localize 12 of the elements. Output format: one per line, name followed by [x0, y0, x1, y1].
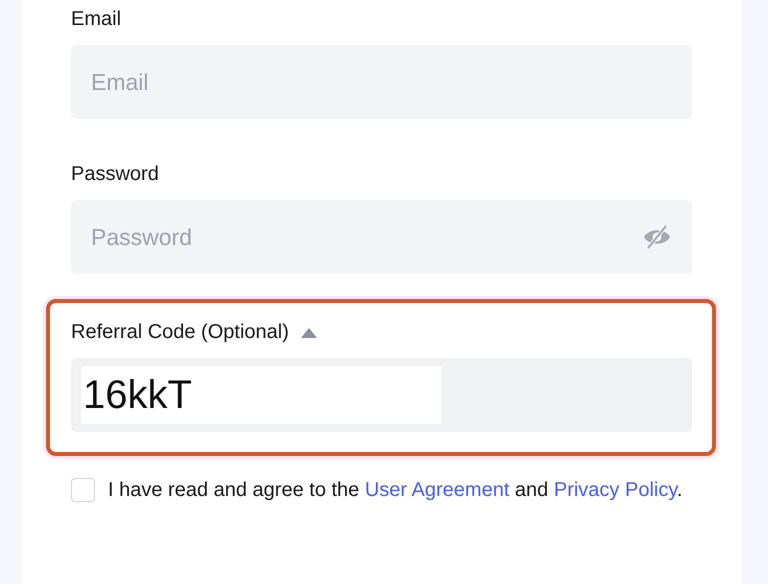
caret-up-icon[interactable]: [300, 328, 317, 338]
policy-link[interactable]: Privacy Policy: [554, 479, 677, 501]
agreement-checkbox[interactable]: [71, 478, 95, 502]
referral-code-field[interactable]: 16kkT: [81, 366, 441, 424]
password-field[interactable]: Password: [71, 200, 692, 274]
agreement-text: I have read and agree to the User Agreement and Privacy Policy.: [108, 478, 684, 503]
eye-slash-icon[interactable]: [642, 224, 672, 250]
referral-toggle[interactable]: Referral Code (Optional): [71, 321, 317, 344]
email-field[interactable]: Email: [71, 45, 692, 119]
field-label: Password: [71, 163, 159, 186]
field-label: Email: [71, 8, 122, 31]
policy-link[interactable]: User Agreement: [364, 479, 510, 501]
